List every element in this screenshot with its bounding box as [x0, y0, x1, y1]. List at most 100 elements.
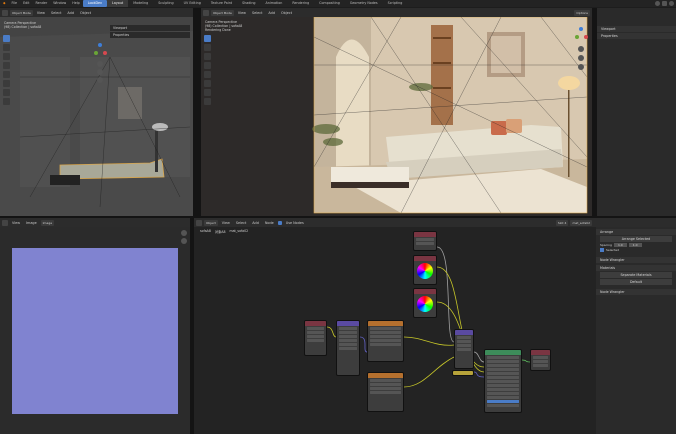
move-tool-icon[interactable]	[3, 53, 10, 60]
menu-view[interactable]: View	[35, 11, 47, 15]
select-tool-icon[interactable]	[3, 35, 10, 42]
reroute-bump-node[interactable]	[452, 370, 474, 376]
workspace-tab-compositing[interactable]: Compositing	[314, 0, 345, 7]
rotate-tool-icon[interactable]	[204, 62, 211, 69]
menu-render[interactable]: Render	[32, 0, 50, 7]
menu-select[interactable]: Select	[49, 11, 63, 15]
separate-materials-button[interactable]: Separate Materials	[600, 272, 672, 278]
image-selector[interactable]: Image	[40, 219, 55, 226]
scale-tool-icon[interactable]	[3, 71, 10, 78]
zoom-icon[interactable]	[578, 46, 584, 52]
measure-tool-icon[interactable]	[3, 98, 10, 105]
properties-dropdown[interactable]: Properties	[110, 32, 190, 38]
pan-icon[interactable]	[97, 69, 103, 75]
mapping-node[interactable]	[336, 320, 360, 376]
measure-tool-icon[interactable]	[204, 98, 211, 105]
image-texture-node[interactable]	[367, 320, 404, 362]
rotate-tool-icon[interactable]	[3, 62, 10, 69]
menu-help[interactable]: Help	[69, 0, 83, 7]
menu-view[interactable]: View	[236, 11, 248, 15]
section-node-wrangler[interactable]: Node Wrangler	[596, 257, 676, 263]
workspace-tab-geometry-nodes[interactable]: Geometry Nodes	[345, 0, 383, 7]
menu-image[interactable]: Image	[24, 221, 39, 225]
material-mode-dropdown[interactable]: Default	[600, 279, 672, 285]
menu-view[interactable]: View	[10, 221, 22, 225]
current-file-tab[interactable]: LookDev	[82, 0, 107, 7]
pan-icon[interactable]	[181, 238, 187, 244]
principled-bsdf-node[interactable]	[484, 349, 522, 413]
menu-object[interactable]: Object	[279, 11, 294, 15]
camera-view-icon[interactable]	[97, 77, 103, 83]
zoom-icon[interactable]	[97, 61, 103, 67]
vertical-divider[interactable]	[193, 8, 201, 216]
color-wheel-icon[interactable]	[417, 263, 433, 279]
section-materials[interactable]: Materials	[596, 265, 676, 271]
texture-coordinate-node[interactable]	[304, 320, 327, 356]
camera-view-icon[interactable]	[578, 64, 584, 70]
material-output-node[interactable]	[530, 349, 551, 371]
left-viewport[interactable]: Camera Perspective (98) Collection | sof…	[0, 17, 193, 216]
menu-add[interactable]: Add	[250, 221, 261, 225]
selected-checkbox[interactable]	[600, 248, 604, 252]
spacing-y-field[interactable]: 1.0	[628, 243, 642, 247]
workspace-tab-scripting[interactable]: Scripting	[383, 0, 408, 7]
workspace-tab-rendering[interactable]: Rendering	[287, 0, 314, 7]
workspace-tab-layout[interactable]: Layout	[107, 0, 129, 7]
axis-gizmo-icon[interactable]	[92, 43, 108, 59]
cursor-tool-icon[interactable]	[3, 44, 10, 51]
workspace-tab-shading[interactable]: Shading	[237, 0, 260, 7]
menu-add[interactable]: Add	[65, 11, 76, 15]
value-node[interactable]	[413, 231, 437, 251]
menu-add[interactable]: Add	[266, 11, 277, 15]
mix-node[interactable]	[454, 329, 474, 369]
image-texture-node[interactable]	[367, 372, 404, 412]
blender-logo-icon[interactable]: ◆	[0, 0, 9, 7]
material-dropdown[interactable]: mat_sofa02	[570, 219, 592, 226]
editor-type-icon[interactable]	[196, 219, 202, 226]
cursor-tool-icon[interactable]	[204, 44, 211, 51]
menu-view[interactable]: View	[220, 221, 232, 225]
zoom-icon[interactable]	[181, 230, 187, 236]
section-node-wrangler-2[interactable]: Node Wrangler	[596, 289, 676, 295]
rgb-color-node[interactable]	[413, 255, 437, 285]
annotate-tool-icon[interactable]	[204, 89, 211, 96]
settings-icon[interactable]	[669, 1, 674, 6]
workspace-tab-sculpting[interactable]: Sculpting	[153, 0, 178, 7]
options-dropdown[interactable]: Options	[574, 9, 590, 16]
outliner-item-viewport[interactable]: Viewport	[597, 26, 676, 32]
scale-tool-icon[interactable]	[204, 71, 211, 78]
pan-icon[interactable]	[578, 55, 584, 61]
layer-icon[interactable]	[662, 1, 667, 6]
color-wheel-icon[interactable]	[417, 296, 433, 312]
workspace-tab-animation[interactable]: Animation	[261, 0, 288, 7]
workspace-tab-uv-editing[interactable]: UV Editing	[179, 0, 206, 7]
node-editor[interactable]: sofaA8 对象A8 mat_sofa02	[194, 227, 596, 434]
mode-dropdown[interactable]: Object Mode	[10, 9, 33, 16]
object-dropdown[interactable]: Object	[204, 219, 218, 226]
viewport-dropdown[interactable]: Viewport	[110, 25, 190, 31]
editor-type-icon[interactable]	[203, 9, 209, 16]
section-arrange[interactable]: Arrange	[596, 229, 676, 235]
outliner-item-properties[interactable]: Properties	[597, 33, 676, 39]
editor-type-icon[interactable]	[2, 9, 8, 16]
slot-dropdown[interactable]: Slot 4	[555, 219, 569, 226]
transform-tool-icon[interactable]	[3, 80, 10, 87]
scene-icon[interactable]	[655, 1, 660, 6]
annotate-tool-icon[interactable]	[3, 89, 10, 96]
rgb-color-node[interactable]	[413, 288, 437, 318]
spacing-x-field[interactable]: 1.0	[613, 243, 627, 247]
menu-object[interactable]: Object	[78, 11, 93, 15]
workspace-tab-texture-paint[interactable]: Texture Paint	[206, 0, 237, 7]
axis-gizmo-icon[interactable]	[573, 27, 589, 43]
menu-edit[interactable]: Edit	[20, 0, 32, 7]
menu-select[interactable]: Select	[234, 221, 248, 225]
menu-select[interactable]: Select	[250, 11, 264, 15]
workspace-tab-modeling[interactable]: Modeling	[128, 0, 153, 7]
mode-dropdown[interactable]: Object Mode	[211, 9, 234, 16]
menu-node[interactable]: Node	[263, 221, 276, 225]
main-viewport[interactable]: Camera Perspective (98) Collection | sof…	[201, 17, 592, 216]
select-tool-icon[interactable]	[204, 35, 211, 42]
image-editor[interactable]	[0, 227, 190, 434]
vertical-divider[interactable]	[592, 8, 597, 216]
transform-tool-icon[interactable]	[204, 80, 211, 87]
